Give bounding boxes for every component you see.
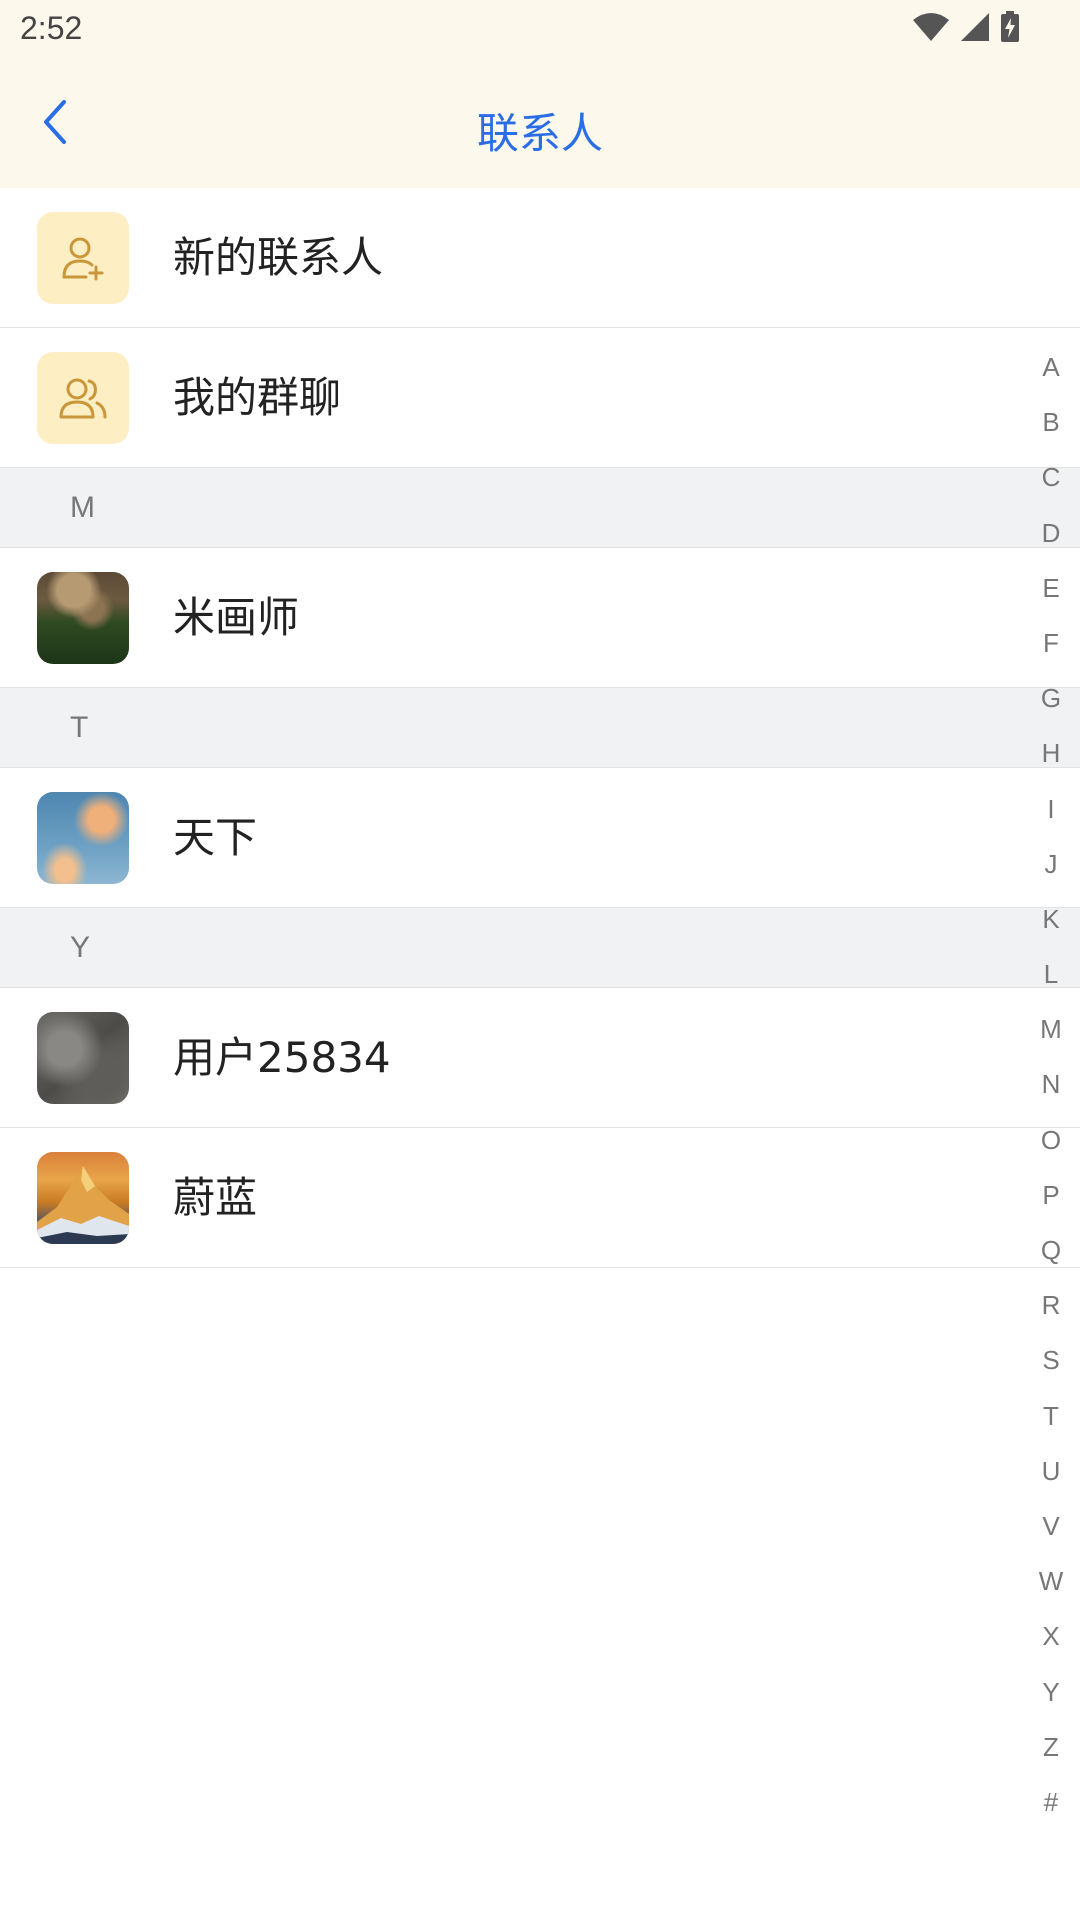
add-user-icon (37, 212, 129, 304)
status-time: 2:52 (20, 10, 83, 46)
index-letter[interactable]: Y (1042, 1665, 1059, 1720)
index-letter[interactable]: F (1043, 616, 1059, 671)
index-letter[interactable]: Q (1041, 1223, 1061, 1278)
section-header-y: Y (0, 908, 1080, 988)
index-letter[interactable]: Z (1043, 1720, 1059, 1775)
index-letter[interactable]: C (1042, 450, 1061, 505)
index-letter[interactable]: T (1043, 1389, 1059, 1444)
index-letter[interactable]: B (1042, 395, 1059, 450)
index-letter[interactable]: J (1045, 837, 1058, 892)
contact-item[interactable]: 米画师 (0, 548, 1080, 688)
index-letter[interactable]: O (1041, 1113, 1061, 1168)
status-bar: 2:52 (0, 0, 1080, 60)
my-group-chats-label: 我的群聊 (173, 373, 342, 422)
index-letter[interactable]: S (1042, 1333, 1059, 1388)
battery-charging-icon (1000, 11, 1020, 47)
contact-item[interactable]: 用户25834 (0, 988, 1080, 1128)
index-letter[interactable]: R (1042, 1278, 1061, 1333)
contact-avatar (37, 1152, 129, 1244)
nav-bar: 联系人 (0, 60, 1080, 188)
index-letter[interactable]: H (1042, 726, 1061, 781)
contact-name: 米画师 (173, 593, 300, 642)
group-icon (37, 352, 129, 444)
index-letter[interactable]: L (1044, 947, 1058, 1002)
status-icons (912, 11, 1020, 47)
wifi-icon (912, 12, 950, 46)
index-letter[interactable]: # (1044, 1775, 1058, 1830)
index-letter[interactable]: V (1042, 1499, 1059, 1554)
index-letter[interactable]: M (1040, 1002, 1062, 1057)
index-letter[interactable]: X (1042, 1609, 1059, 1664)
index-letter[interactable]: U (1042, 1444, 1061, 1499)
index-letter[interactable]: N (1042, 1057, 1061, 1112)
page-title: 联系人 (476, 109, 603, 158)
signal-icon (960, 12, 990, 46)
index-letter[interactable]: W (1039, 1554, 1064, 1609)
contact-name: 用户25834 (173, 1033, 391, 1082)
index-letter[interactable]: E (1042, 561, 1059, 616)
contact-avatar (37, 792, 129, 884)
index-letter[interactable]: P (1042, 1168, 1059, 1223)
section-header-m: M (0, 468, 1080, 548)
contact-item[interactable]: 蔚蓝 (0, 1128, 1080, 1268)
index-letter[interactable]: D (1042, 506, 1061, 561)
index-letter[interactable]: G (1041, 671, 1061, 726)
contact-name: 天下 (173, 813, 258, 862)
section-letter: M (70, 491, 95, 524)
contact-name: 蔚蓝 (173, 1173, 258, 1222)
new-contacts-item[interactable]: 新的联系人 (0, 188, 1080, 328)
index-letter[interactable]: A (1042, 340, 1059, 395)
contact-list: 新的联系人 我的群聊 M 米画师 T 天下 Y 用户25834 蔚蓝 (0, 188, 1080, 1268)
new-contacts-label: 新的联系人 (173, 233, 384, 282)
contact-item[interactable]: 天下 (0, 768, 1080, 908)
section-letter: T (70, 711, 89, 744)
alphabet-index-bar[interactable]: A B C D E F G H I J K L M N O P Q R S T U V W X Y Z # (1022, 340, 1080, 1830)
contact-avatar (37, 1012, 129, 1104)
section-letter: Y (70, 931, 91, 964)
section-header-t: T (0, 688, 1080, 768)
index-letter[interactable]: K (1042, 892, 1059, 947)
my-group-chats-item[interactable]: 我的群聊 (0, 328, 1080, 468)
contact-avatar (37, 572, 129, 664)
index-letter[interactable]: I (1047, 782, 1054, 837)
